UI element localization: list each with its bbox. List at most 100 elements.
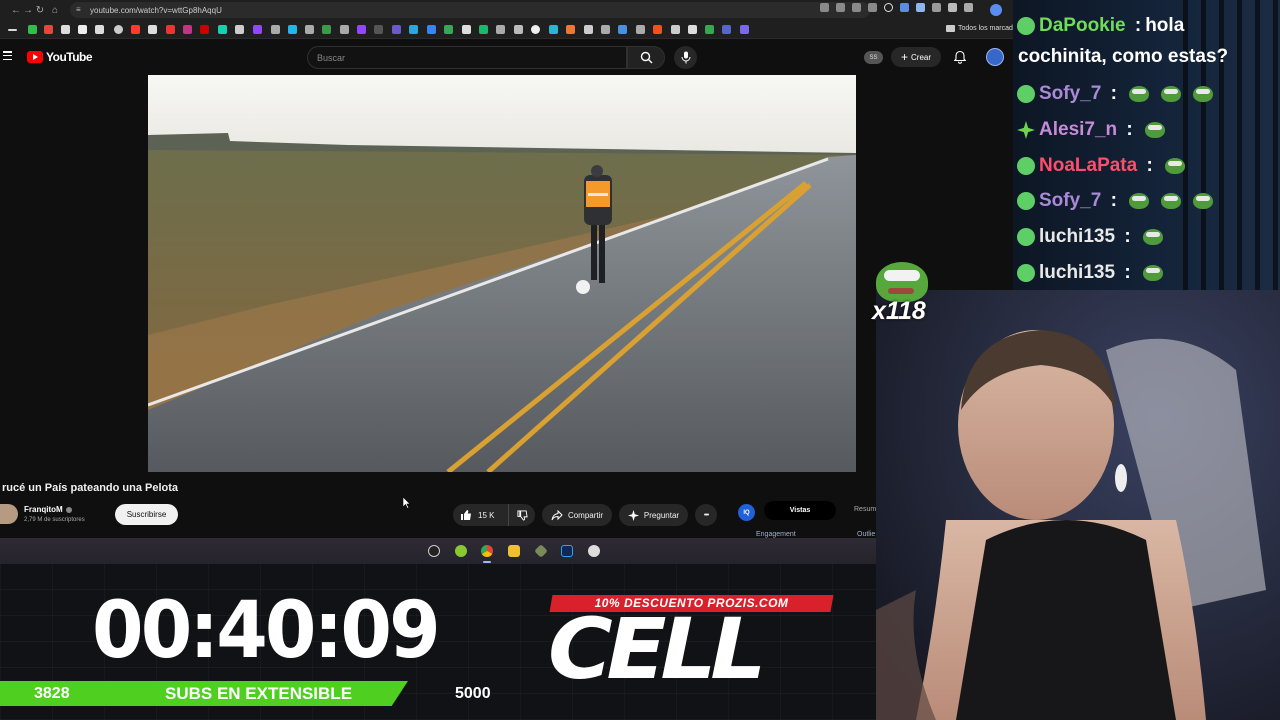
ask-button[interactable]: Preguntar: [619, 504, 688, 526]
extension-circle-icon[interactable]: [884, 3, 893, 12]
file-explorer-icon[interactable]: [508, 545, 520, 557]
extension-icon[interactable]: [916, 3, 925, 12]
bookmark-icon[interactable]: [95, 25, 104, 34]
reading-list-icon[interactable]: [964, 3, 973, 12]
gmail-icon[interactable]: [44, 25, 53, 34]
bookmark-icon[interactable]: [322, 25, 331, 34]
bookmark-icon[interactable]: [462, 25, 471, 34]
bookmark-icon[interactable]: [566, 25, 575, 34]
user-badge[interactable]: SS: [864, 51, 883, 64]
install-icon[interactable]: [852, 3, 861, 12]
verified-icon: [65, 506, 72, 513]
bookmark-icon[interactable]: [427, 25, 436, 34]
bookmark-icon[interactable]: [653, 25, 662, 34]
x-icon[interactable]: [61, 25, 70, 34]
bookmark-icon[interactable]: [305, 25, 314, 34]
bookmark-icon[interactable]: [479, 25, 488, 34]
bookmark-icon[interactable]: [618, 25, 627, 34]
twitch-icon[interactable]: [253, 25, 262, 34]
bookmark-icon[interactable]: [444, 25, 453, 34]
thumbs-down-icon: [516, 509, 528, 521]
analytics-side-panel: IQ Vistas Resum Engagement Outlie: [728, 496, 878, 542]
thumbs-up-icon: [461, 510, 471, 520]
bookmark-icon[interactable]: [288, 25, 297, 34]
bookmark-icon[interactable]: [705, 25, 714, 34]
download-icon[interactable]: [148, 25, 157, 34]
video-title: rucé un País pateando una Pelota: [2, 482, 179, 494]
address-bar[interactable]: ≡ youtube.com/watch?v=wttGp8hAqqU: [70, 2, 870, 18]
bookmark-icon[interactable]: [514, 25, 523, 34]
bookmark-icon[interactable]: [340, 25, 349, 34]
site-info-icon[interactable]: ≡: [76, 5, 84, 14]
youtube-bookmark-icon[interactable]: [131, 25, 140, 34]
extensions-puzzle-icon[interactable]: [948, 3, 957, 12]
pepe-emote-icon: [1164, 158, 1185, 174]
bookmark-icon[interactable]: [235, 25, 244, 34]
zoom-icon[interactable]: [820, 3, 829, 12]
extension-icon[interactable]: [932, 3, 941, 12]
active-app-indicator: [483, 561, 491, 563]
bookmark-icon[interactable]: [671, 25, 680, 34]
video-frame-road: [148, 75, 856, 472]
more-icon: •••: [703, 511, 709, 519]
subscribe-button[interactable]: Suscribirse: [115, 504, 178, 525]
bookmark-icon[interactable]: [740, 25, 749, 34]
chrome-icon[interactable]: [481, 545, 493, 557]
extension-icon[interactable]: [900, 3, 909, 12]
bookmark-icon[interactable]: [392, 25, 401, 34]
dislike-button[interactable]: [509, 509, 535, 521]
notifications-bell-icon[interactable]: [953, 50, 967, 64]
bookmark-icon[interactable]: [636, 25, 645, 34]
taskbar-app-icon[interactable]: [534, 544, 548, 558]
menu-icon[interactable]: [3, 51, 12, 60]
chat-message: luchi135 :: [1017, 262, 1163, 284]
tab-vistas[interactable]: Vistas: [764, 501, 836, 520]
instagram-icon[interactable]: [183, 25, 192, 34]
bookmark-icon[interactable]: [688, 25, 697, 34]
create-button[interactable]: + Crear: [891, 47, 941, 67]
bookmark-icon[interactable]: [722, 25, 731, 34]
chat-username: Sofy_7: [1039, 190, 1102, 211]
bookmark-icon[interactable]: [114, 25, 123, 34]
bookmark-icon[interactable]: [374, 25, 383, 34]
share-button[interactable]: Compartir: [542, 504, 612, 526]
search-button[interactable]: [627, 46, 665, 69]
voice-search-button[interactable]: [674, 46, 697, 69]
youtube-bookmark-icon[interactable]: [166, 25, 175, 34]
more-actions-button[interactable]: •••: [695, 504, 717, 526]
bookmark-icon[interactable]: [200, 25, 209, 34]
channel-avatar[interactable]: [0, 504, 18, 524]
account-avatar[interactable]: [986, 48, 1004, 66]
bookmark-icon[interactable]: [531, 25, 540, 34]
bookmark-icon[interactable]: [601, 25, 610, 34]
like-button[interactable]: 15 K: [453, 504, 509, 526]
share-page-icon[interactable]: [836, 3, 845, 12]
like-dislike-group: 15 K: [453, 504, 535, 526]
subscriber-badge-icon: [1017, 192, 1035, 210]
youtube-logo[interactable]: YouTube: [27, 50, 93, 64]
home-icon[interactable]: ⌂: [47, 2, 63, 18]
video-player[interactable]: [148, 75, 856, 472]
vidiq-icon[interactable]: IQ: [738, 504, 755, 521]
bookmark-icon[interactable]: [549, 25, 558, 34]
taskbar-app-icon[interactable]: [455, 545, 467, 557]
channel-name-row[interactable]: FranqitoM: [24, 505, 72, 514]
bookmark-star-icon[interactable]: [868, 3, 877, 12]
reload-icon[interactable]: ↻: [32, 2, 48, 18]
apps-icon[interactable]: [8, 29, 17, 31]
bookmark-icon[interactable]: [271, 25, 280, 34]
taskbar-app-icon[interactable]: [588, 545, 600, 557]
bookmark-icon[interactable]: [409, 25, 418, 34]
bookmark-icon[interactable]: [584, 25, 593, 34]
tab-resumen[interactable]: Resum: [854, 506, 876, 513]
bookmark-icon[interactable]: [496, 25, 505, 34]
photoshop-icon[interactable]: [561, 545, 573, 557]
folder-icon: [946, 25, 955, 32]
tiktok-icon[interactable]: [78, 25, 87, 34]
profile-avatar[interactable]: [990, 4, 1002, 16]
bookmark-icon[interactable]: [218, 25, 227, 34]
search-input[interactable]: [308, 47, 626, 68]
twitch-icon[interactable]: [357, 25, 366, 34]
taskbar-app-icon[interactable]: [428, 545, 440, 557]
bookmark-icon[interactable]: [28, 25, 37, 34]
